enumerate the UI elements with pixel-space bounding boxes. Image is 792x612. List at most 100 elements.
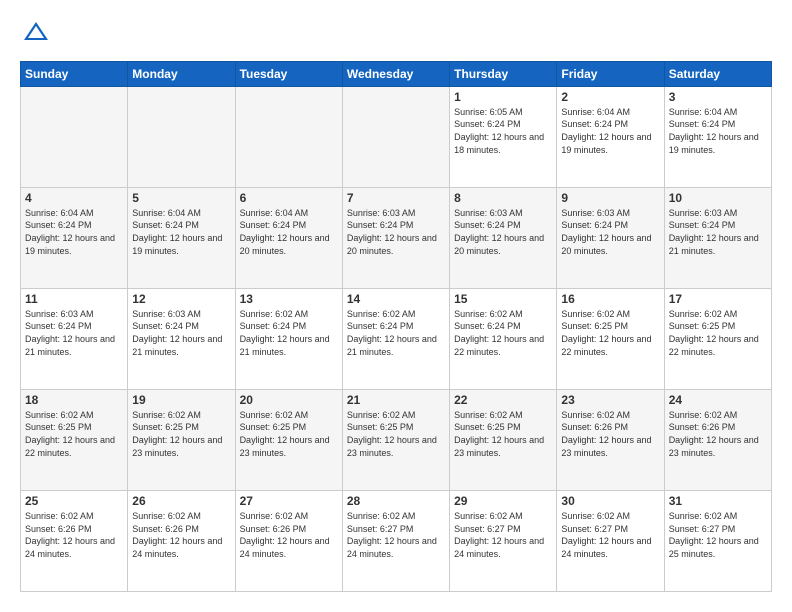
- sunset-label: Sunset: 6:24 PM: [240, 321, 307, 331]
- daylight-label: Daylight: 12 hours and 23 minutes.: [454, 435, 544, 458]
- logo: [20, 20, 50, 49]
- day-info: Sunrise: 6:04 AM Sunset: 6:24 PM Dayligh…: [240, 207, 338, 257]
- day-number: 4: [25, 191, 123, 205]
- day-info: Sunrise: 6:02 AM Sunset: 6:25 PM Dayligh…: [132, 409, 230, 459]
- weekday-header-monday: Monday: [128, 61, 235, 86]
- daylight-label: Daylight: 12 hours and 20 minutes.: [240, 233, 330, 256]
- day-number: 19: [132, 393, 230, 407]
- sunrise-label: Sunrise: 6:02 AM: [347, 511, 416, 521]
- weekday-header-tuesday: Tuesday: [235, 61, 342, 86]
- day-info: Sunrise: 6:03 AM Sunset: 6:24 PM Dayligh…: [25, 308, 123, 358]
- sunrise-label: Sunrise: 6:03 AM: [132, 309, 201, 319]
- daylight-label: Daylight: 12 hours and 22 minutes.: [25, 435, 115, 458]
- sunset-label: Sunset: 6:26 PM: [240, 524, 307, 534]
- day-info: Sunrise: 6:02 AM Sunset: 6:25 PM Dayligh…: [25, 409, 123, 459]
- day-cell-31: 31 Sunrise: 6:02 AM Sunset: 6:27 PM Dayl…: [664, 490, 771, 591]
- day-info: Sunrise: 6:02 AM Sunset: 6:27 PM Dayligh…: [347, 510, 445, 560]
- week-row-3: 11 Sunrise: 6:03 AM Sunset: 6:24 PM Dayl…: [21, 288, 772, 389]
- daylight-label: Daylight: 12 hours and 19 minutes.: [25, 233, 115, 256]
- sunset-label: Sunset: 6:27 PM: [669, 524, 736, 534]
- sunrise-label: Sunrise: 6:02 AM: [240, 410, 309, 420]
- day-info: Sunrise: 6:03 AM Sunset: 6:24 PM Dayligh…: [561, 207, 659, 257]
- day-number: 6: [240, 191, 338, 205]
- sunrise-label: Sunrise: 6:02 AM: [347, 410, 416, 420]
- daylight-label: Daylight: 12 hours and 19 minutes.: [561, 132, 651, 155]
- sunset-label: Sunset: 6:27 PM: [454, 524, 521, 534]
- day-info: Sunrise: 6:03 AM Sunset: 6:24 PM Dayligh…: [669, 207, 767, 257]
- day-info: Sunrise: 6:04 AM Sunset: 6:24 PM Dayligh…: [669, 106, 767, 156]
- day-info: Sunrise: 6:02 AM Sunset: 6:24 PM Dayligh…: [454, 308, 552, 358]
- daylight-label: Daylight: 12 hours and 19 minutes.: [132, 233, 222, 256]
- week-row-4: 18 Sunrise: 6:02 AM Sunset: 6:25 PM Dayl…: [21, 389, 772, 490]
- empty-cell: [21, 86, 128, 187]
- daylight-label: Daylight: 12 hours and 24 minutes.: [561, 536, 651, 559]
- sunset-label: Sunset: 6:24 PM: [561, 220, 628, 230]
- sunrise-label: Sunrise: 6:02 AM: [454, 511, 523, 521]
- daylight-label: Daylight: 12 hours and 24 minutes.: [347, 536, 437, 559]
- day-cell-9: 9 Sunrise: 6:03 AM Sunset: 6:24 PM Dayli…: [557, 187, 664, 288]
- day-number: 7: [347, 191, 445, 205]
- daylight-label: Daylight: 12 hours and 24 minutes.: [25, 536, 115, 559]
- day-number: 8: [454, 191, 552, 205]
- sunset-label: Sunset: 6:24 PM: [347, 220, 414, 230]
- day-number: 26: [132, 494, 230, 508]
- day-info: Sunrise: 6:02 AM Sunset: 6:26 PM Dayligh…: [25, 510, 123, 560]
- daylight-label: Daylight: 12 hours and 23 minutes.: [240, 435, 330, 458]
- daylight-label: Daylight: 12 hours and 21 minutes.: [132, 334, 222, 357]
- day-cell-19: 19 Sunrise: 6:02 AM Sunset: 6:25 PM Dayl…: [128, 389, 235, 490]
- sunrise-label: Sunrise: 6:02 AM: [454, 410, 523, 420]
- day-number: 16: [561, 292, 659, 306]
- daylight-label: Daylight: 12 hours and 24 minutes.: [132, 536, 222, 559]
- day-info: Sunrise: 6:04 AM Sunset: 6:24 PM Dayligh…: [561, 106, 659, 156]
- day-cell-6: 6 Sunrise: 6:04 AM Sunset: 6:24 PM Dayli…: [235, 187, 342, 288]
- sunset-label: Sunset: 6:24 PM: [25, 321, 92, 331]
- daylight-label: Daylight: 12 hours and 23 minutes.: [132, 435, 222, 458]
- sunrise-label: Sunrise: 6:02 AM: [25, 511, 94, 521]
- day-info: Sunrise: 6:03 AM Sunset: 6:24 PM Dayligh…: [454, 207, 552, 257]
- daylight-label: Daylight: 12 hours and 24 minutes.: [454, 536, 544, 559]
- day-number: 1: [454, 90, 552, 104]
- day-info: Sunrise: 6:02 AM Sunset: 6:25 PM Dayligh…: [454, 409, 552, 459]
- sunrise-label: Sunrise: 6:02 AM: [561, 511, 630, 521]
- day-number: 28: [347, 494, 445, 508]
- daylight-label: Daylight: 12 hours and 20 minutes.: [561, 233, 651, 256]
- daylight-label: Daylight: 12 hours and 19 minutes.: [669, 132, 759, 155]
- daylight-label: Daylight: 12 hours and 20 minutes.: [454, 233, 544, 256]
- day-number: 18: [25, 393, 123, 407]
- day-info: Sunrise: 6:02 AM Sunset: 6:25 PM Dayligh…: [669, 308, 767, 358]
- day-cell-21: 21 Sunrise: 6:02 AM Sunset: 6:25 PM Dayl…: [342, 389, 449, 490]
- week-row-1: 1 Sunrise: 6:05 AM Sunset: 6:24 PM Dayli…: [21, 86, 772, 187]
- sunset-label: Sunset: 6:25 PM: [25, 422, 92, 432]
- week-row-5: 25 Sunrise: 6:02 AM Sunset: 6:26 PM Dayl…: [21, 490, 772, 591]
- sunset-label: Sunset: 6:26 PM: [132, 524, 199, 534]
- weekday-header-saturday: Saturday: [664, 61, 771, 86]
- sunset-label: Sunset: 6:25 PM: [132, 422, 199, 432]
- logo-icon: [22, 20, 50, 44]
- sunset-label: Sunset: 6:25 PM: [669, 321, 736, 331]
- day-cell-30: 30 Sunrise: 6:02 AM Sunset: 6:27 PM Dayl…: [557, 490, 664, 591]
- day-number: 10: [669, 191, 767, 205]
- daylight-label: Daylight: 12 hours and 21 minutes.: [347, 334, 437, 357]
- day-number: 21: [347, 393, 445, 407]
- daylight-label: Daylight: 12 hours and 23 minutes.: [561, 435, 651, 458]
- day-info: Sunrise: 6:02 AM Sunset: 6:27 PM Dayligh…: [669, 510, 767, 560]
- day-info: Sunrise: 6:02 AM Sunset: 6:27 PM Dayligh…: [561, 510, 659, 560]
- day-info: Sunrise: 6:03 AM Sunset: 6:24 PM Dayligh…: [347, 207, 445, 257]
- day-cell-17: 17 Sunrise: 6:02 AM Sunset: 6:25 PM Dayl…: [664, 288, 771, 389]
- sunset-label: Sunset: 6:25 PM: [347, 422, 414, 432]
- day-cell-27: 27 Sunrise: 6:02 AM Sunset: 6:26 PM Dayl…: [235, 490, 342, 591]
- day-number: 11: [25, 292, 123, 306]
- day-cell-12: 12 Sunrise: 6:03 AM Sunset: 6:24 PM Dayl…: [128, 288, 235, 389]
- daylight-label: Daylight: 12 hours and 23 minutes.: [347, 435, 437, 458]
- sunset-label: Sunset: 6:24 PM: [25, 220, 92, 230]
- day-number: 13: [240, 292, 338, 306]
- weekday-header-friday: Friday: [557, 61, 664, 86]
- sunset-label: Sunset: 6:24 PM: [454, 321, 521, 331]
- sunrise-label: Sunrise: 6:04 AM: [25, 208, 94, 218]
- day-info: Sunrise: 6:02 AM Sunset: 6:27 PM Dayligh…: [454, 510, 552, 560]
- day-number: 22: [454, 393, 552, 407]
- day-cell-7: 7 Sunrise: 6:03 AM Sunset: 6:24 PM Dayli…: [342, 187, 449, 288]
- empty-cell: [235, 86, 342, 187]
- sunrise-label: Sunrise: 6:02 AM: [669, 410, 738, 420]
- day-info: Sunrise: 6:02 AM Sunset: 6:26 PM Dayligh…: [561, 409, 659, 459]
